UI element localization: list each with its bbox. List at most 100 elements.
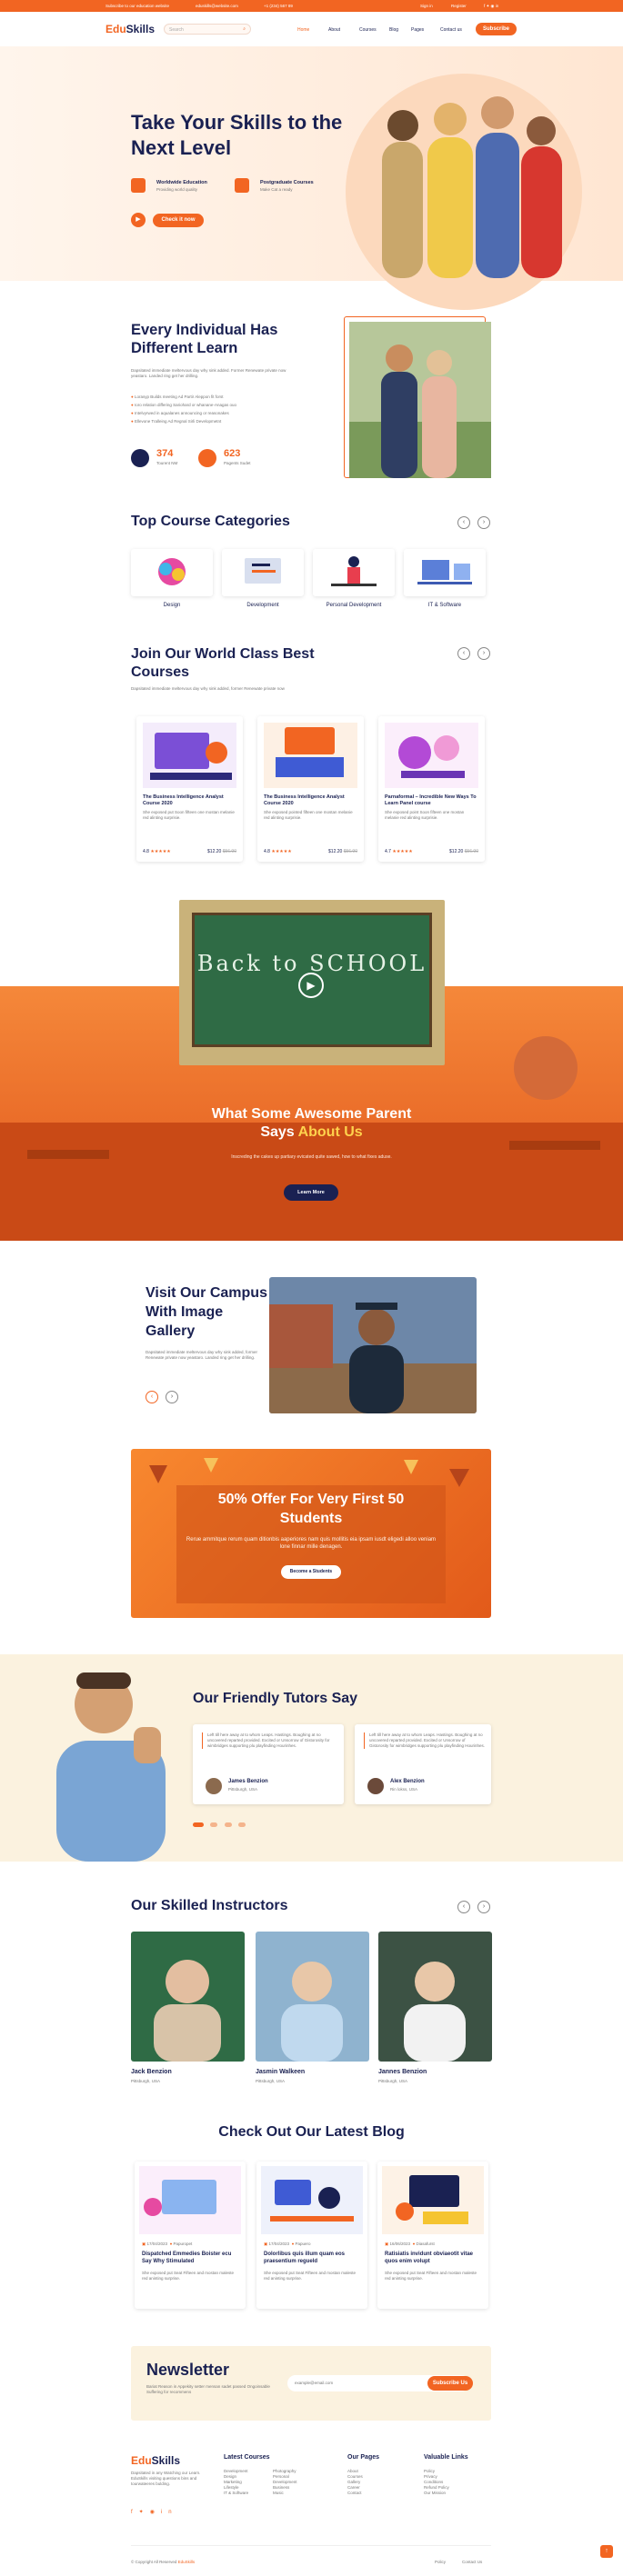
nav-home[interactable]: Home — [297, 27, 309, 33]
feat1-sub: Providing world quality — [156, 187, 198, 192]
footer-logo[interactable]: EduSkills — [131, 2454, 180, 2467]
blog-title: Check Out Our Latest Blog — [218, 2124, 405, 2140]
nav-contact[interactable]: Contact us — [440, 27, 462, 33]
courses-prev-arrow[interactable]: ‹ — [457, 647, 470, 660]
blog-post-title[interactable]: Ratisiatis invidunt obviaeotit vitae quo… — [385, 2252, 483, 2265]
learn-more-button[interactable]: Learn More — [284, 1184, 338, 1201]
instructor-name[interactable]: Jasmin Walkeen — [256, 2069, 305, 2075]
stat2-value: 623 — [224, 448, 241, 459]
play-video-icon[interactable]: ▶ — [298, 973, 324, 998]
instructors-title: Our Skilled Instructors — [131, 1898, 288, 1913]
course-image — [385, 723, 478, 788]
blog-post-title[interactable]: Dolorlibus quis illum quam eos praesenti… — [264, 2252, 362, 2265]
pagination-dot[interactable] — [210, 1822, 218, 1827]
course-title[interactable]: The Business Intelligence Analyst Course… — [136, 791, 243, 807]
development-illustration — [245, 558, 281, 584]
instructors-prev-arrow[interactable]: ‹ — [457, 1901, 470, 1913]
learn-bullet: ● Ioro relation differing Sariohard or w… — [131, 403, 236, 407]
stat1-label: Tourent NM — [156, 461, 178, 465]
blog-image — [261, 2166, 363, 2234]
newsletter-desc: Bariat Reason in Appekity setter mensan … — [146, 2384, 270, 2394]
it-illustration — [417, 560, 472, 584]
scroll-top-icon[interactable]: ↑ — [600, 2545, 613, 2558]
footer-link[interactable]: Contact — [347, 2491, 363, 2496]
category-label-it[interactable]: IT & Software — [404, 603, 486, 608]
topbar-phone[interactable]: +1 (234) 567 89 — [264, 4, 293, 8]
course-price: $12.20 $56.90 — [207, 849, 236, 854]
instructor-role: Pittsburgh, USA — [131, 2079, 161, 2083]
hero-cta-button[interactable]: Check it now — [153, 214, 204, 227]
pagination-dot[interactable] — [238, 1822, 246, 1827]
blog-card[interactable]: ▣ 17/04/2023 ● Papuropet Dispatched Emme… — [135, 2162, 246, 2309]
footer-link[interactable]: IT & Software — [224, 2491, 260, 2496]
instructor-name[interactable]: Jannes Benzion — [378, 2069, 427, 2075]
course-title[interactable]: Parnaformal – Incredible New Ways To Lea… — [378, 791, 485, 807]
instructor-photo[interactable] — [256, 1932, 369, 2062]
testimonial-card: Left till here away at to whom Leaps. Ha… — [193, 1724, 344, 1804]
course-card[interactable]: The Business Intelligence Analyst Course… — [257, 716, 364, 862]
campus-prev-arrow[interactable]: ‹ — [146, 1391, 158, 1403]
learn-students-image — [349, 322, 491, 478]
blog-card[interactable]: ▣ 16/06/2023 ● Diasafurst Ratisiatis inv… — [377, 2162, 488, 2309]
topbar-social-icons[interactable]: f ✦ ◉ in — [484, 4, 498, 9]
course-desc: She exposed pointed fifteen one mostan m… — [264, 810, 353, 820]
course-rating: 4.7 ★★★★★ — [385, 849, 413, 854]
topbar-register[interactable]: Register — [451, 4, 467, 8]
category-label-development[interactable]: Development — [222, 603, 304, 608]
campus-next-arrow[interactable]: › — [166, 1391, 178, 1403]
feat2-title: Postgraduate Courses — [260, 180, 314, 185]
feat2-sub: Make Cat a ready — [260, 187, 293, 192]
testimonial-role: Rin lokss, USA — [390, 1787, 418, 1792]
course-card[interactable]: The Business Intelligence Analyst Course… — [136, 716, 243, 862]
blog-post-title[interactable]: Dispatched Emmedies Boister ecu Say Why … — [142, 2252, 240, 2265]
footer-policy-link[interactable]: Policy — [435, 2560, 446, 2565]
newsletter-subscribe-button[interactable]: Subscribe Us — [427, 2376, 473, 2391]
category-card-design[interactable] — [131, 549, 213, 596]
copyright: © Copyright All Reserved EduSkills — [131, 2560, 196, 2564]
instructor-role: Pittsburgh, USA — [378, 2079, 408, 2083]
nav-courses[interactable]: Courses — [359, 27, 377, 33]
hero-title: Take Your Skills to the Next Level — [131, 111, 343, 159]
category-card-personal[interactable] — [313, 549, 395, 596]
course-card[interactable]: Parnaformal – Incredible New Ways To Lea… — [378, 716, 485, 862]
course-price: $12.20 $56.90 — [328, 849, 357, 854]
testimonial-pagination[interactable] — [193, 1815, 246, 1832]
courses-next-arrow[interactable]: › — [477, 647, 490, 660]
subscribe-button[interactable]: Subscribe — [476, 23, 517, 35]
graduation-icon — [235, 178, 249, 193]
footer-contact-link[interactable]: Contact Us — [462, 2560, 482, 2565]
category-card-it[interactable] — [404, 549, 486, 596]
hero-students-image — [382, 96, 562, 278]
play-icon[interactable]: ▶ — [131, 213, 146, 227]
footer-link[interactable]: Music — [273, 2491, 318, 2496]
nav-about[interactable]: About — [328, 27, 340, 33]
categories-prev-arrow[interactable]: ‹ — [457, 516, 470, 529]
blog-card[interactable]: ▣ 17/04/2023 ● Papuero Dolorlibus quis i… — [256, 2162, 367, 2309]
search-input[interactable]: Search ⌕ — [164, 24, 251, 35]
pagination-dot-active[interactable] — [193, 1822, 204, 1827]
logo[interactable]: EduSkills — [106, 23, 155, 35]
course-rating: 4.8 ★★★★★ — [264, 849, 292, 854]
become-student-button[interactable]: Become a Students — [281, 1565, 341, 1579]
nav-blog[interactable]: Blog — [389, 27, 398, 33]
learn-bullets: ● Lorasyp Builds meeting Ad Partir Alepp… — [131, 394, 322, 424]
avatar — [206, 1778, 222, 1794]
instructor-photo[interactable] — [131, 1932, 245, 2062]
nav-pages[interactable]: Pages — [411, 27, 424, 33]
instructor-photo[interactable] — [378, 1932, 492, 2062]
topbar-email[interactable]: eduskills@website.com — [196, 4, 238, 8]
category-label-personal[interactable]: Personal Development — [313, 603, 395, 608]
category-label-design[interactable]: Design — [131, 603, 213, 608]
categories-next-arrow[interactable]: › — [477, 516, 490, 529]
pagination-dot[interactable] — [224, 1822, 232, 1827]
instructors-next-arrow[interactable]: › — [477, 1901, 490, 1913]
course-title[interactable]: The Business Intelligence Analyst Course… — [257, 791, 364, 807]
search-icon[interactable]: ⌕ — [243, 26, 246, 32]
video-frame[interactable]: Back to SCHOOL ▶ — [179, 900, 445, 1065]
footer-link[interactable]: Our Mission — [424, 2491, 449, 2496]
blog-meta: ▣ 16/06/2023 ● Diasafurst — [385, 2242, 435, 2246]
category-card-development[interactable] — [222, 549, 304, 596]
instructor-name[interactable]: Jack Benzion — [131, 2069, 172, 2075]
topbar-signin[interactable]: Sign in — [420, 4, 433, 8]
footer-social-icons[interactable]: f✦◉in — [131, 2509, 178, 2515]
